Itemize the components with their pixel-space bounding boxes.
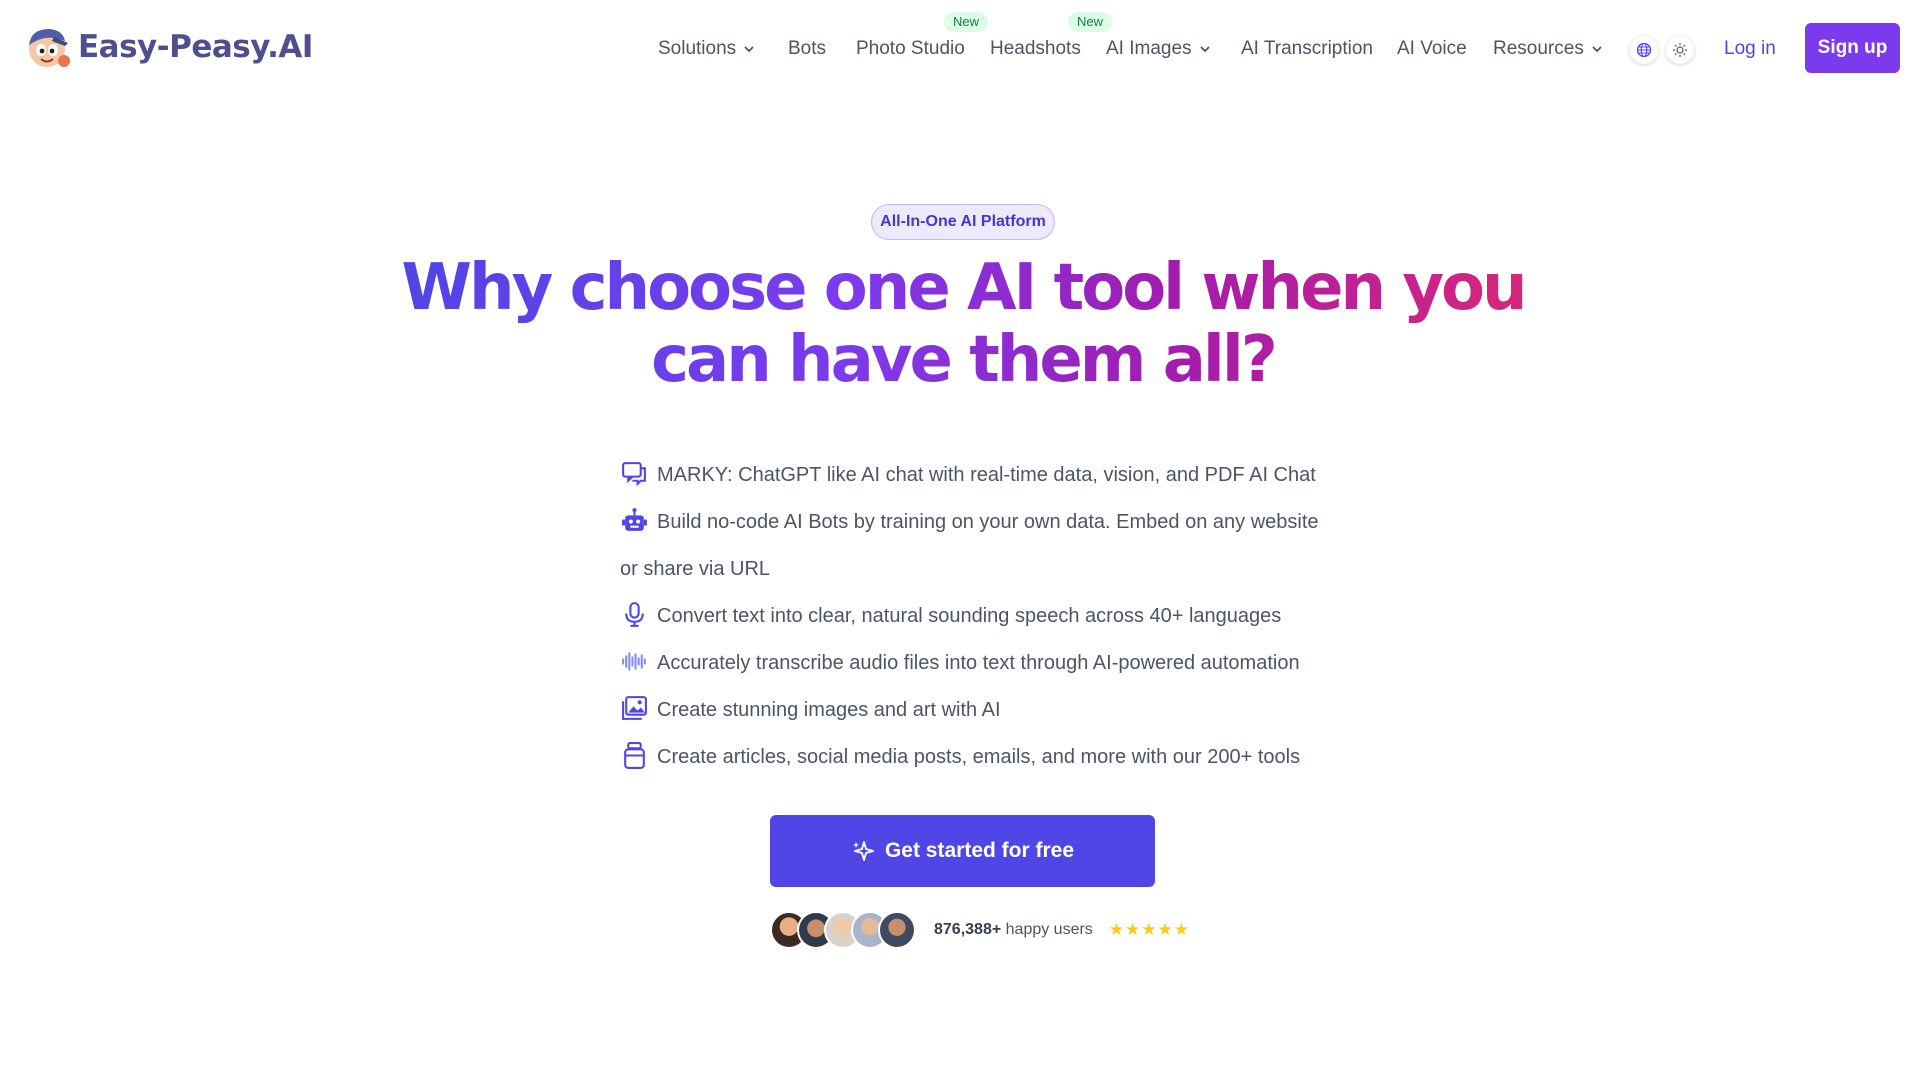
feature-text: Convert text into clear, natural soundin… bbox=[657, 605, 1282, 627]
nav-solutions[interactable]: Solutions bbox=[658, 34, 756, 64]
chevron-down-icon bbox=[744, 46, 754, 53]
feature-item: Create stunning images and art with AI bbox=[620, 687, 1320, 734]
feature-item: Create articles, social media posts, ema… bbox=[620, 734, 1320, 781]
star-rating: ★★★★★ bbox=[1108, 920, 1191, 939]
nav-label: AI Transcription bbox=[1241, 38, 1373, 59]
feature-item: MARKY: ChatGPT like AI chat with real-ti… bbox=[620, 452, 1320, 499]
nav-label: Solutions bbox=[658, 38, 737, 59]
feature-text: Create stunning images and art with AI bbox=[657, 699, 1001, 721]
feature-text: Build no-code AI Bots by training on you… bbox=[620, 511, 1319, 580]
cta-label: Get started for free bbox=[884, 839, 1075, 862]
language-button[interactable] bbox=[1630, 36, 1658, 64]
user-count-number: 876,388+ bbox=[934, 921, 1002, 938]
images-icon bbox=[622, 696, 647, 721]
feature-text: MARKY: ChatGPT like AI chat with real-ti… bbox=[657, 464, 1316, 486]
feature-item: Accurately transcribe audio files into t… bbox=[620, 640, 1320, 687]
feature-list: MARKY: ChatGPT like AI chat with real-ti… bbox=[620, 452, 1320, 781]
waveform-icon bbox=[622, 652, 646, 672]
nav-label: AI Voice bbox=[1397, 38, 1467, 59]
feature-text: Accurately transcribe audio files into t… bbox=[657, 652, 1300, 674]
globe-icon bbox=[1636, 42, 1652, 58]
user-count-label: happy users bbox=[1005, 921, 1093, 938]
social-proof: 876,388+ happy users ★★★★★ bbox=[770, 911, 1190, 949]
feature-text: Create articles, social media posts, ema… bbox=[657, 746, 1301, 768]
microphone-icon bbox=[625, 602, 644, 628]
nav-label: Photo Studio bbox=[856, 38, 965, 59]
theme-toggle-button[interactable] bbox=[1666, 36, 1694, 64]
login-link[interactable]: Log in bbox=[1724, 34, 1776, 64]
nav-label: Resources bbox=[1493, 38, 1584, 59]
nav-resources[interactable]: Resources bbox=[1493, 34, 1604, 64]
jar-icon bbox=[624, 742, 645, 770]
sparkle-icon bbox=[852, 841, 874, 861]
site-header: Easy-Peasy.AI Solutions Bots New Photo S… bbox=[0, 0, 1920, 98]
nav-photo-studio[interactable]: New Photo Studio bbox=[856, 12, 989, 64]
nav-ai-images[interactable]: AI Images bbox=[1106, 34, 1212, 64]
get-started-button[interactable]: Get started for free bbox=[770, 815, 1155, 887]
chat-icon bbox=[622, 462, 646, 487]
feature-item: Convert text into clear, natural soundin… bbox=[620, 593, 1320, 640]
nav-ai-voice[interactable]: AI Voice bbox=[1397, 34, 1467, 64]
nav-label: Bots bbox=[788, 38, 827, 59]
new-badge: New bbox=[1068, 12, 1113, 32]
nav-headshots[interactable]: New Headshots bbox=[990, 12, 1113, 64]
logo-icon bbox=[29, 29, 70, 67]
nav-label: AI Images bbox=[1106, 38, 1192, 59]
chevron-down-icon bbox=[1199, 46, 1210, 53]
avatar bbox=[878, 911, 916, 949]
chevron-down-icon bbox=[1592, 46, 1602, 53]
nav-label: Headshots bbox=[990, 38, 1081, 59]
avatar-group bbox=[770, 911, 916, 949]
new-badge: New bbox=[944, 12, 989, 32]
brand-link[interactable]: Easy-Peasy.AI bbox=[24, 24, 313, 70]
feature-item: Build no-code AI Bots by training on you… bbox=[620, 499, 1320, 593]
user-count: 876,388+ happy users bbox=[934, 921, 1093, 939]
hero-headline: Why choose one AI tool when you can have… bbox=[380, 252, 1546, 396]
signup-button[interactable]: Sign up bbox=[1805, 23, 1900, 73]
nav-ai-transcription[interactable]: AI Transcription bbox=[1241, 34, 1373, 64]
robot-icon bbox=[622, 508, 647, 532]
sun-icon bbox=[1673, 43, 1687, 57]
nav-bots[interactable]: Bots bbox=[788, 34, 826, 64]
platform-badge: All-In-One AI Platform bbox=[871, 204, 1055, 240]
brand-name: Easy-Peasy.AI bbox=[78, 29, 313, 65]
